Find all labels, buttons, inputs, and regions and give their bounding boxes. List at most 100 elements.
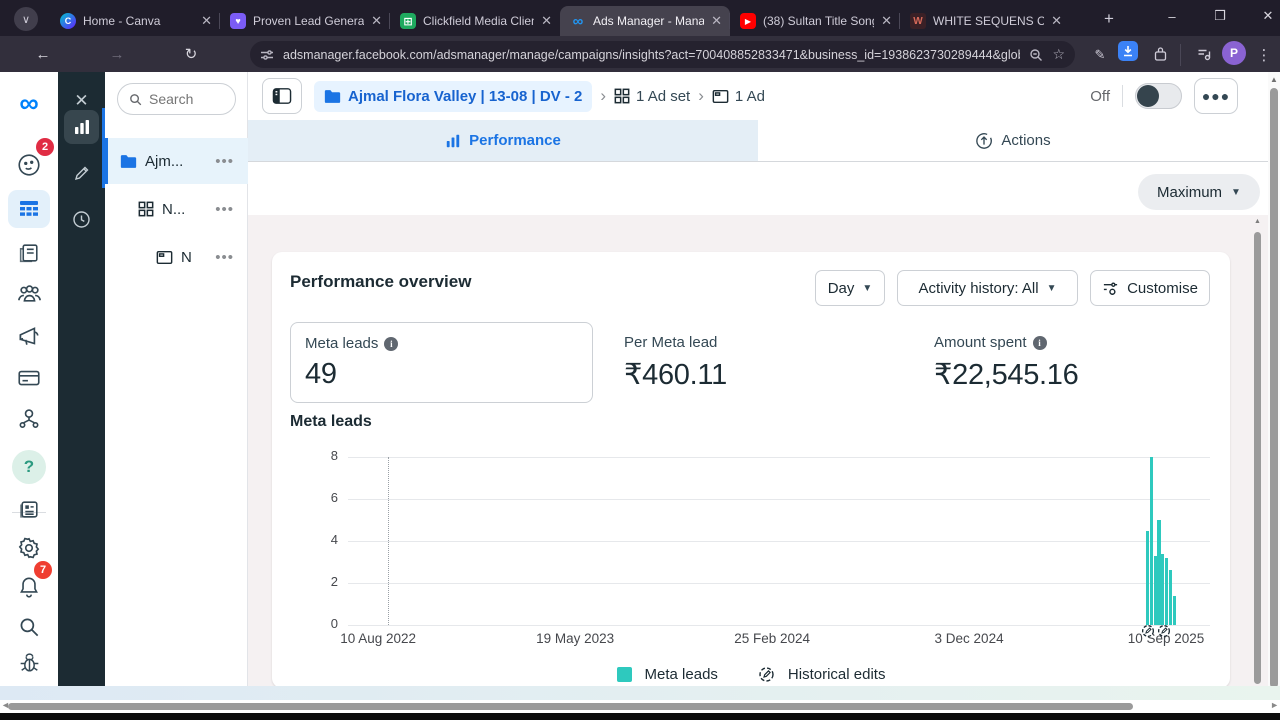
breadcrumb-ad[interactable]: 1 Ad	[712, 88, 765, 105]
report-bug-icon[interactable]	[8, 644, 50, 682]
metric-per-meta-lead[interactable]: Per Meta lead ₹460.11	[610, 322, 741, 403]
search-nav-icon[interactable]	[8, 608, 50, 646]
page-scrollbar[interactable]: ▲	[1268, 72, 1280, 700]
scrollbar-thumb[interactable]	[1254, 232, 1261, 684]
gridline	[348, 583, 1210, 584]
notifications-bell-icon[interactable]: 7	[8, 561, 52, 606]
whats-new-icon[interactable]	[8, 490, 50, 528]
insights-header: Ajmal Flora Valley | 13-08 | DV - 2 › 1 …	[248, 72, 1268, 120]
history-clock-icon[interactable]	[64, 202, 99, 236]
minimize-button[interactable]: –	[1150, 0, 1194, 32]
browser-menu-icon[interactable]: ⋮	[1254, 41, 1274, 68]
content-scrollbar[interactable]: ▲	[1253, 218, 1262, 686]
maximum-dropdown[interactable]: Maximum ▼	[1138, 174, 1260, 210]
tab-close-icon[interactable]: ✕	[711, 13, 722, 29]
scrollbar-thumb[interactable]	[1270, 88, 1278, 688]
meta-leads-bar[interactable]	[1153, 555, 1157, 625]
reload-button[interactable]: ↻	[176, 40, 206, 68]
window-bottom-edge	[0, 713, 1280, 720]
scroll-up-arrow[interactable]: ▲	[1253, 218, 1262, 225]
new-tab-button[interactable]: +	[1098, 8, 1120, 30]
pages-icon[interactable]	[8, 234, 50, 272]
campaign-tree-item[interactable]: N •••	[105, 234, 248, 280]
activity-history-dropdown[interactable]: Activity history: All ▼	[897, 270, 1078, 306]
address-bar[interactable]: adsmanager.facebook.com/adsmanager/manag…	[250, 41, 1075, 68]
billing-icon[interactable]	[8, 359, 50, 397]
search-input[interactable]	[149, 91, 219, 107]
shield-icon: ♥	[230, 13, 246, 29]
metric-label: Amount spent	[934, 334, 1027, 351]
forward-button[interactable]: →	[102, 40, 132, 68]
campaign-tree-item[interactable]: N... •••	[105, 186, 248, 232]
meta-leads-bar[interactable]	[1168, 570, 1172, 625]
browser-tab[interactable]: W WHITE SEQUENS CUTDAN ✕	[899, 6, 1070, 36]
close-window-button[interactable]: ✕	[1246, 0, 1280, 32]
meta-leads-bar[interactable]	[1165, 557, 1169, 625]
extensions-icon[interactable]	[1148, 41, 1172, 68]
grammar-extension-icon[interactable]: ✎	[1088, 41, 1112, 68]
day-dropdown[interactable]: Day ▼	[815, 270, 885, 306]
item-menu-icon[interactable]: •••	[215, 201, 234, 218]
horizontal-scrollbar[interactable]: ◄ ►	[0, 700, 1280, 713]
more-options-button[interactable]: ●●●	[1194, 78, 1238, 114]
ad-account-icon[interactable]: 2	[8, 138, 54, 184]
tab-close-icon[interactable]: ✕	[881, 13, 892, 29]
breadcrumb-adset[interactable]: 1 Ad set	[614, 88, 690, 105]
metric-amount-spent[interactable]: Amount spent i ₹22,545.16	[920, 322, 1092, 403]
collapse-sidebar-button[interactable]	[262, 78, 302, 114]
site-settings-icon[interactable]	[260, 48, 274, 62]
meta-leads-bar[interactable]	[1157, 520, 1161, 625]
info-icon[interactable]: i	[384, 336, 399, 351]
meta-leads-bar[interactable]	[1146, 530, 1150, 625]
download-icon[interactable]	[1118, 41, 1138, 61]
tab-title: Home - Canva	[83, 14, 161, 28]
meta-logo[interactable]: ∞	[8, 84, 50, 122]
campaign-tree-item[interactable]: Ajm... •••	[105, 138, 248, 184]
y-tick-label: 6	[330, 490, 338, 505]
profile-avatar[interactable]: P	[1222, 41, 1246, 65]
charts-tool-icon[interactable]	[64, 110, 99, 144]
tab-search-chevron-icon[interactable]: ∨	[14, 7, 38, 31]
browser-tab[interactable]: C Home - Canva ✕	[50, 6, 220, 36]
item-menu-icon[interactable]: •••	[215, 153, 234, 170]
item-menu-icon[interactable]: •••	[215, 249, 234, 266]
bookmark-star-icon[interactable]: ☆	[1052, 46, 1065, 63]
meta-leads-bar[interactable]	[1149, 457, 1154, 625]
tab-performance[interactable]: Performance	[248, 120, 758, 161]
info-icon[interactable]: i	[1032, 335, 1047, 350]
search-icon	[130, 93, 142, 105]
tab-title: (38) Sultan Title Song | Sal	[763, 14, 874, 28]
browser-tab[interactable]: ▶ (38) Sultan Title Song | Sal ✕	[729, 6, 900, 36]
historical-edit-marker[interactable]	[1157, 624, 1171, 638]
browser-tab[interactable]: ♥ Proven Lead Generation S ✕	[219, 6, 390, 36]
scroll-up-arrow[interactable]: ▲	[1268, 75, 1280, 84]
media-controls-icon[interactable]	[1192, 41, 1216, 68]
campaigns-nav-icon[interactable]	[8, 190, 50, 228]
historical-edit-marker[interactable]	[1141, 624, 1155, 638]
tab-close-icon[interactable]: ✕	[371, 13, 382, 29]
browser-tab[interactable]: ∞ Ads Manager - Manage ad ✕	[560, 6, 730, 36]
edit-pencil-icon[interactable]	[64, 156, 99, 190]
help-button[interactable]: ?	[8, 448, 50, 486]
meta-leads-bar[interactable]	[1172, 595, 1176, 625]
audiences-icon[interactable]	[8, 274, 50, 312]
campaign-toggle[interactable]	[1135, 83, 1182, 109]
tab-close-icon[interactable]: ✕	[541, 13, 552, 29]
tab-close-icon[interactable]: ✕	[201, 13, 212, 29]
scrollbar-thumb[interactable]	[8, 703, 1133, 710]
back-button[interactable]: ←	[28, 40, 58, 68]
restore-button[interactable]: ❒	[1198, 0, 1242, 32]
breadcrumb-campaign[interactable]: Ajmal Flora Valley | 13-08 | DV - 2	[314, 80, 593, 112]
url-text[interactable]: adsmanager.facebook.com/adsmanager/manag…	[283, 48, 1020, 62]
tab-close-icon[interactable]: ✕	[1051, 13, 1062, 29]
browser-tab[interactable]: ⊞ Clickfield Media Clients - G ✕	[389, 6, 560, 36]
business-settings-icon[interactable]	[8, 400, 50, 438]
meta-leads-bar[interactable]	[1161, 553, 1165, 625]
scroll-right-arrow[interactable]: ►	[1270, 700, 1279, 710]
metric-meta-leads[interactable]: Meta leads i 49	[290, 322, 593, 403]
tab-actions[interactable]: Actions	[758, 120, 1268, 161]
customise-button[interactable]: Customise	[1090, 270, 1210, 306]
ads-reporting-icon[interactable]	[8, 317, 50, 355]
panel-search[interactable]	[117, 83, 236, 115]
zoom-page-icon[interactable]	[1029, 48, 1043, 62]
